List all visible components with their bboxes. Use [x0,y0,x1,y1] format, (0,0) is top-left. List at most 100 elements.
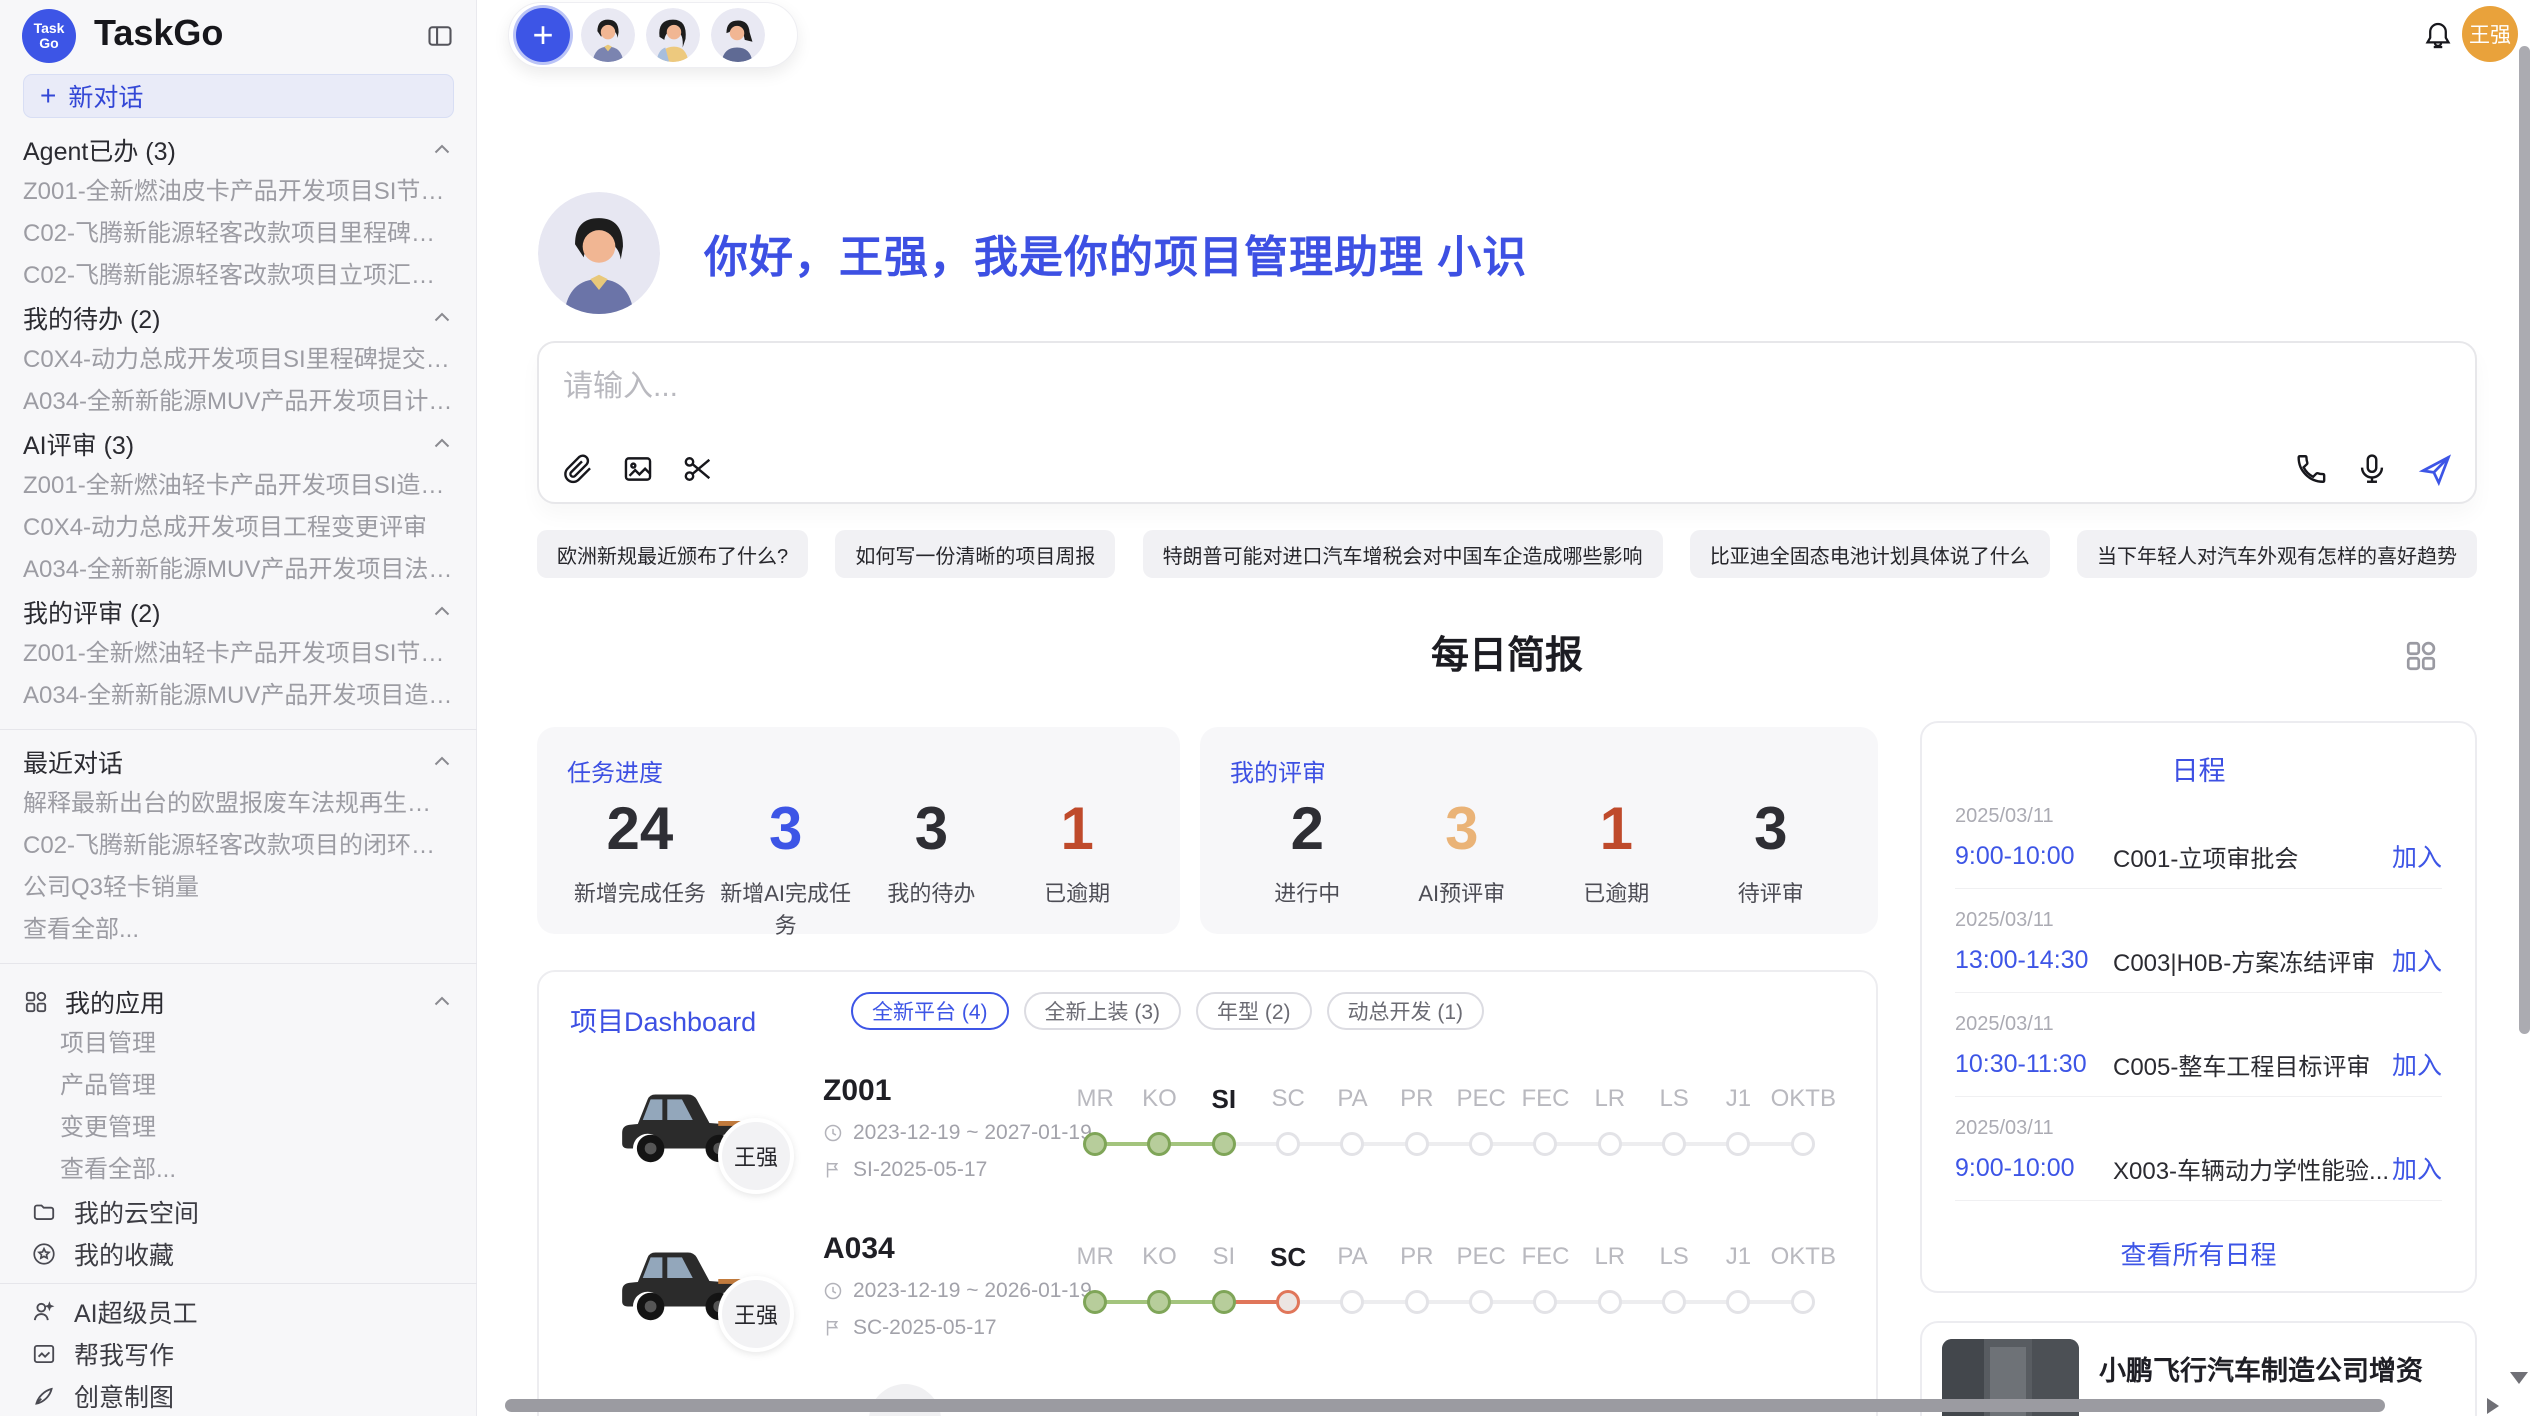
milestone-dot [1083,1132,1107,1156]
suggestion-chip[interactable]: 比亚迪全固态电池计划具体说了什么 [1690,530,2050,578]
suggestion-chip[interactable]: 特朗普可能对进口汽车增税会对中国车企造成哪些影响 [1143,530,1663,578]
sidebar-item[interactable]: 解释最新出台的欧盟报废车法规再生塑料比例被调至15%... [23,783,454,825]
milestone-track [1063,1118,1835,1168]
view-all-schedule-link[interactable]: 查看所有日程 [1955,1235,2442,1272]
agent-avatar-3[interactable] [711,8,765,62]
sidebar-section-header[interactable]: 我的待办 (2) [23,297,454,339]
join-link[interactable]: 加入 [2392,838,2442,874]
app-logo: Task Go [22,9,76,63]
sidebar-item-write[interactable]: 帮我写作 [23,1333,454,1375]
sidebar-item-pen[interactable]: 创意制图 [23,1375,454,1416]
clock-icon [823,1123,843,1143]
dashboard-filter-tab[interactable]: 动总开发 (1) [1327,992,1485,1030]
join-link[interactable]: 加入 [2392,1046,2442,1082]
dashboard-filter-tab[interactable]: 全新上装 (3) [1024,992,1182,1030]
sidebar-subitem[interactable]: 项目管理 [23,1023,454,1065]
milestone-label: OKTB [1771,1084,1835,1118]
milestone-label: PR [1385,1242,1449,1276]
sidebar-subitem[interactable]: 查看全部... [23,1149,454,1191]
sidebar-item[interactable]: 查看全部... [23,909,454,951]
stat-label: 已逾期 [1539,876,1694,908]
join-link[interactable]: 加入 [2392,942,2442,978]
send-icon[interactable] [2417,452,2451,486]
sidebar-item[interactable]: 公司Q3轻卡销量 [23,867,454,909]
milestone-strip: MRKOSISCPAPRPECFECLRLSJ1OKTB [1063,1084,1835,1168]
new-chat-button[interactable]: + 新对话 [23,74,454,118]
schedule-item: 2025/03/1113:00-14:30C003|H0B-方案冻结评审加入 [1955,889,2442,993]
sidebar-section-header[interactable]: 我的应用 [23,981,454,1023]
agent-avatar-2[interactable] [646,8,700,62]
section-label: AI评审 (3) [23,426,134,462]
milestone-label: SI [1192,1242,1256,1276]
schedule-time: 9:00-10:00 [1955,1154,2113,1183]
milestone-label: PA [1320,1242,1384,1276]
suggestion-chip[interactable]: 当下年轻人对汽车外观有怎样的喜好趋势 [2077,530,2477,578]
news-snippet: 天眼查 App 显示，近日广州汇天飞行汽... [2099,1412,2455,1416]
sidebar-item[interactable]: C0X4-动力总成开发项目SI里程碑提交物检查 [23,339,454,381]
user-avatar[interactable]: 王强 [2462,6,2518,62]
dashboard-filter-tab[interactable]: 全新平台 (4) [851,992,1009,1030]
sidebar-collapse-icon[interactable] [426,22,454,50]
stat-value: 3 [1694,792,1849,866]
logo-line2: Go [39,36,58,51]
project-info: A0342023-12-19 ~ 2026-01-19SC-2025-05-17 [823,1232,1092,1340]
item-label: AI超级员工 [74,1294,198,1330]
suggestion-chip[interactable]: 欧洲新规最近颁布了什么? [537,530,808,578]
item-label: 我的收藏 [74,1236,174,1272]
project-dates: 2023-12-19 ~ 2026-01-19 [823,1279,1092,1303]
stat: 3新增AI完成任务 [713,792,859,940]
sidebar-section-header[interactable]: Agent已办 (3) [23,129,454,171]
milestone-label: LR [1578,1242,1642,1276]
phone-icon[interactable] [2293,452,2327,486]
scroll-down-arrow[interactable] [2510,1372,2528,1384]
sidebar-item[interactable]: C02-飞腾新能源轻客改款项目立项汇报方案 [23,255,454,297]
item-label: 创意制图 [74,1378,174,1414]
schedule-name: X003-车辆动力学性能验... [2113,1151,2392,1186]
attach-icon[interactable] [561,452,595,486]
sidebar-item-star[interactable]: 我的收藏 [23,1233,454,1275]
sidebar-item[interactable]: A034-全新新能源MUV产品开发项目造型可行性评审 [23,675,454,717]
sidebar-section-header[interactable]: 我的评审 (2) [23,591,454,633]
milestone-dot [1469,1132,1493,1156]
milestone-label: SI [1192,1084,1256,1118]
new-chat-label: 新对话 [68,78,143,114]
milestone-label: J1 [1706,1084,1770,1118]
stat-value: 3 [859,792,1005,866]
clock-icon [823,1281,843,1301]
section-label: 我的评审 (2) [23,594,161,630]
join-link[interactable]: 加入 [2392,1150,2442,1186]
sidebar-item[interactable]: Z001-全新燃油轻卡产品开发项目SI造型提交物评审 [23,465,454,507]
notifications-bell-icon[interactable] [2421,17,2455,55]
pen-icon [31,1383,57,1409]
sidebar-item[interactable]: Z001-全新燃油皮卡产品开发项目SI节点Lesson Learn报告 [23,171,454,213]
image-icon[interactable] [621,452,655,486]
sidebar-subitem[interactable]: 产品管理 [23,1065,454,1107]
scroll-right-arrow[interactable] [2487,1398,2499,1414]
sidebar-item-cloud[interactable]: 我的云空间 [23,1191,454,1233]
my-review-card: 我的评审 2进行中3AI预评审1已逾期3待评审 [1200,727,1878,934]
sidebar-subitem[interactable]: 变更管理 [23,1107,454,1149]
layout-grid-icon[interactable] [2403,638,2439,674]
chat-input[interactable] [561,359,2215,427]
dashboard-filter-tab[interactable]: 年型 (2) [1196,992,1312,1030]
add-agent-button[interactable]: + [516,8,570,62]
horizontal-scrollbar-thumb[interactable] [505,1399,2385,1412]
agent-avatar-1[interactable] [581,8,635,62]
sidebar-item[interactable]: C02-飞腾新能源轻客改款项目里程碑画布 [23,213,454,255]
milestone-dot [1533,1290,1557,1314]
sidebar-item[interactable]: A034-全新新能源MUV产品开发项目法规符合性评审 [23,549,454,591]
sidebar-item[interactable]: Z001-全新燃油轻卡产品开发项目SI节点属性5D文件评审 [23,633,454,675]
project-dashboard-card: 项目Dashboard 全新平台 (4)全新上装 (3)年型 (2)动总开发 (… [537,970,1878,1416]
sidebar-section-header[interactable]: 最近对话 [23,741,454,783]
mic-icon[interactable] [2355,452,2389,486]
sidebar-section-header[interactable]: AI评审 (3) [23,423,454,465]
vertical-scrollbar-thumb[interactable] [2519,46,2530,1034]
scissors-icon[interactable] [681,452,715,486]
sidebar-item[interactable]: A034-全新新能源MUV产品开发项目计划变更表编写 [23,381,454,423]
sidebar-item[interactable]: C02-飞腾新能源轻客改款项目的闭环通告反馈情况 [23,825,454,867]
sidebar-item-people[interactable]: AI超级员工 [23,1291,454,1333]
stat-label: 新增完成任务 [567,876,713,908]
suggestion-chip[interactable]: 如何写一份清晰的项目周报 [835,530,1115,578]
sidebar-item[interactable]: C0X4-动力总成开发项目工程变更评审 [23,507,454,549]
stat: 3我的待办 [859,792,1005,940]
